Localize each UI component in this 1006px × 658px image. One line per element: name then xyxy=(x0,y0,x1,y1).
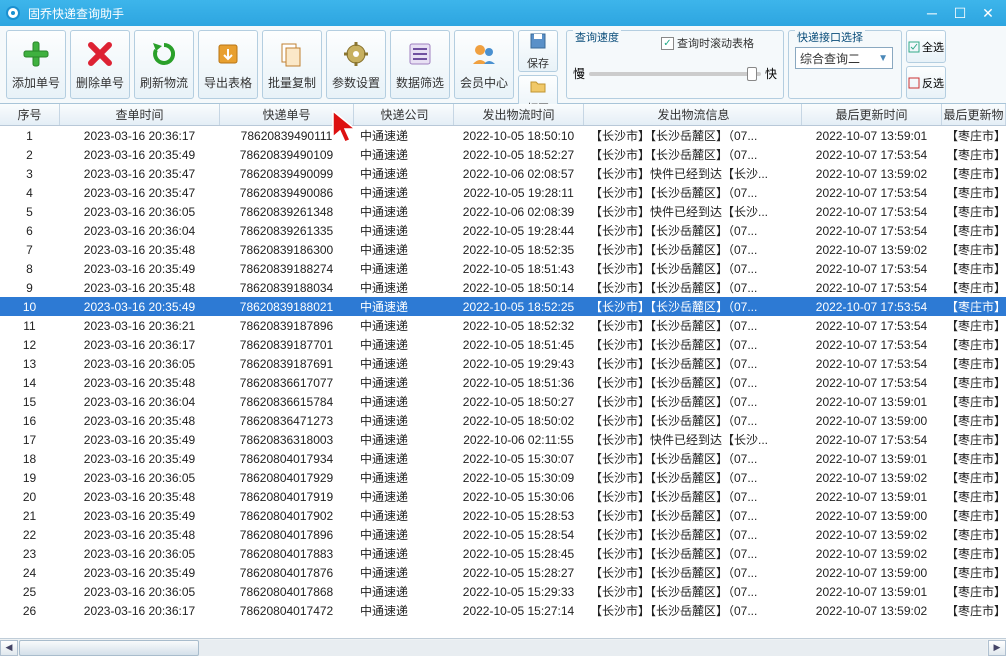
refresh-icon xyxy=(148,38,180,70)
save-icon xyxy=(528,31,548,51)
app-icon xyxy=(4,4,22,22)
users-icon xyxy=(468,38,500,70)
table-row[interactable]: 152023-03-16 20:36:0478620836615784中通速递2… xyxy=(0,392,1006,411)
table-row[interactable]: 112023-03-16 20:36:2178620839187896中通速递2… xyxy=(0,316,1006,335)
table-row[interactable]: 82023-03-16 20:35:4978620839188274中通速递20… xyxy=(0,259,1006,278)
table-row[interactable]: 52023-03-16 20:36:0578620839261348中通速递20… xyxy=(0,202,1006,221)
invert-icon xyxy=(908,77,920,89)
invert-select-button[interactable]: 反选 xyxy=(906,66,946,99)
plus-icon xyxy=(20,38,52,70)
scroll-left-button[interactable]: ◀ xyxy=(0,640,18,656)
close-button[interactable]: ✕ xyxy=(974,2,1002,24)
table-row[interactable]: 42023-03-16 20:35:4778620839490086中通速递20… xyxy=(0,183,1006,202)
chevron-down-icon: ▼ xyxy=(878,53,888,64)
window-title: 固乔快递查询助手 xyxy=(28,5,918,22)
table-row[interactable]: 162023-03-16 20:35:4878620836471273中通速递2… xyxy=(0,411,1006,430)
save-button[interactable]: 保存 xyxy=(518,30,558,72)
autoscroll-checkbox[interactable]: ✓ xyxy=(661,37,674,50)
export-icon xyxy=(212,38,244,70)
table-row[interactable]: 62023-03-16 20:36:0478620839261335中通速递20… xyxy=(0,221,1006,240)
x-icon xyxy=(84,38,116,70)
table-row[interactable]: 252023-03-16 20:36:0578620804017868中通速递2… xyxy=(0,582,1006,601)
grid-body[interactable]: 12023-03-16 20:36:1778620839490111中通速递20… xyxy=(0,126,1006,636)
export-button[interactable]: 导出表格 xyxy=(198,30,258,99)
titlebar[interactable]: 固乔快递查询助手 ─ ☐ ✕ xyxy=(0,0,1006,26)
table-row[interactable]: 142023-03-16 20:35:4878620836617077中通速递2… xyxy=(0,373,1006,392)
col-updateinfo[interactable]: 最后更新物 xyxy=(942,104,1006,125)
scroll-track[interactable] xyxy=(19,640,987,656)
table-row[interactable]: 182023-03-16 20:35:4978620804017934中通速递2… xyxy=(0,449,1006,468)
copy-icon xyxy=(276,38,308,70)
table-row[interactable]: 132023-03-16 20:36:0578620839187691中通速递2… xyxy=(0,354,1006,373)
table-row[interactable]: 72023-03-16 20:35:4878620839186300中通速递20… xyxy=(0,240,1006,259)
maximize-button[interactable]: ☐ xyxy=(946,2,974,24)
select-all-button[interactable]: 全选 xyxy=(906,30,946,63)
table-row[interactable]: 172023-03-16 20:35:4978620836318003中通速递2… xyxy=(0,430,1006,449)
horizontal-scrollbar[interactable]: ◀ ▶ xyxy=(0,638,1006,656)
gear-icon xyxy=(340,38,372,70)
col-updatetime[interactable]: 最后更新时间 xyxy=(802,104,942,125)
col-company[interactable]: 快递公司 xyxy=(354,104,454,125)
table-row[interactable]: 102023-03-16 20:35:4978620839188021中通速递2… xyxy=(0,297,1006,316)
col-index[interactable]: 序号 xyxy=(0,104,60,125)
table-row[interactable]: 12023-03-16 20:36:1778620839490111中通速递20… xyxy=(0,126,1006,145)
check-icon xyxy=(908,41,920,53)
minimize-button[interactable]: ─ xyxy=(918,2,946,24)
table-row[interactable]: 192023-03-16 20:36:0578620804017929中通速递2… xyxy=(0,468,1006,487)
col-querytime[interactable]: 查单时间 xyxy=(60,104,220,125)
speed-panel: 查询速度 ✓ 查询时滚动表格 慢 快 xyxy=(566,30,784,99)
interface-panel: 快递接口选择 综合查询二 ▼ xyxy=(788,30,902,99)
table-row[interactable]: 212023-03-16 20:35:4978620804017902中通速递2… xyxy=(0,506,1006,525)
col-trackingno[interactable]: 快递单号 xyxy=(220,104,354,125)
col-sentinfo[interactable]: 发出物流信息 xyxy=(584,104,802,125)
member-button[interactable]: 会员中心 xyxy=(454,30,514,99)
table-row[interactable]: 122023-03-16 20:36:1778620839187701中通速递2… xyxy=(0,335,1006,354)
table-row[interactable]: 262023-03-16 20:36:1778620804017472中通速递2… xyxy=(0,601,1006,620)
table-row[interactable]: 32023-03-16 20:35:4778620839490099中通速递20… xyxy=(0,164,1006,183)
table-row[interactable]: 202023-03-16 20:35:4878620804017919中通速递2… xyxy=(0,487,1006,506)
table-row[interactable]: 22023-03-16 20:35:4978620839490109中通速递20… xyxy=(0,145,1006,164)
filter-icon xyxy=(404,38,436,70)
table-row[interactable]: 222023-03-16 20:35:4878620804017896中通速递2… xyxy=(0,525,1006,544)
settings-button[interactable]: 参数设置 xyxy=(326,30,386,99)
table-row[interactable]: 92023-03-16 20:35:4878620839188034中通速递20… xyxy=(0,278,1006,297)
copy-button[interactable]: 批量复制 xyxy=(262,30,322,99)
col-senttime[interactable]: 发出物流时间 xyxy=(454,104,584,125)
table-row[interactable]: 232023-03-16 20:36:0578620804017883中通速递2… xyxy=(0,544,1006,563)
delete-button[interactable]: 删除单号 xyxy=(70,30,130,99)
interface-select[interactable]: 综合查询二 ▼ xyxy=(795,47,893,69)
scroll-right-button[interactable]: ▶ xyxy=(988,640,1006,656)
data-grid[interactable]: 序号 查单时间 快递单号 快递公司 发出物流时间 发出物流信息 最后更新时间 最… xyxy=(0,104,1006,638)
scroll-thumb[interactable] xyxy=(19,640,199,656)
filter-button[interactable]: 数据筛选 xyxy=(390,30,450,99)
toolbar: 添加单号 删除单号 刷新物流 导出表格 批量复制 参数设置 数据筛选 会员中心 … xyxy=(0,26,1006,104)
refresh-button[interactable]: 刷新物流 xyxy=(134,30,194,99)
add-button[interactable]: 添加单号 xyxy=(6,30,66,99)
folder-icon xyxy=(528,76,548,96)
table-row[interactable]: 242023-03-16 20:35:4978620804017876中通速递2… xyxy=(0,563,1006,582)
grid-header[interactable]: 序号 查单时间 快递单号 快递公司 发出物流时间 发出物流信息 最后更新时间 最… xyxy=(0,104,1006,126)
speed-slider[interactable] xyxy=(589,72,761,76)
